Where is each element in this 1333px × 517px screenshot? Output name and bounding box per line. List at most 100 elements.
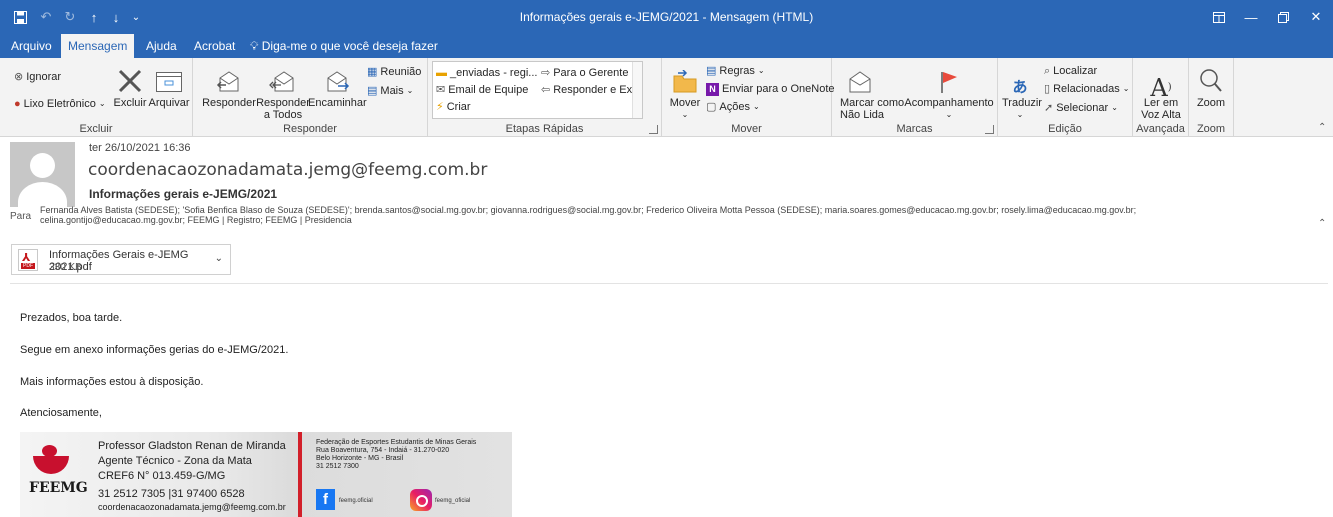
regras-button[interactable]: ▤ Regras ⌄ bbox=[706, 62, 765, 80]
chevron-down-icon[interactable]: ⌄ bbox=[215, 253, 223, 264]
read-aloud-icon: A) bbox=[1150, 74, 1172, 102]
more-icon: ▤ bbox=[367, 85, 378, 97]
encaminhar-button[interactable]: Encaminhar bbox=[308, 62, 367, 109]
group-avancada: A) Ler em Voz Alta Avançada bbox=[1133, 58, 1189, 137]
selecionar-label: Selecionar bbox=[1056, 102, 1109, 114]
sender-address[interactable]: coordenacaozonadamata.jemg@feemg.com.br bbox=[88, 160, 487, 180]
archive-icon bbox=[148, 62, 190, 94]
to-label: Para bbox=[10, 211, 32, 222]
acompanhamento-label: Acompanhamento bbox=[904, 97, 994, 109]
responder-a-todos-button[interactable]: Responder a Todos bbox=[255, 62, 311, 121]
forward-icon: ⇨ bbox=[541, 67, 551, 79]
message-date: ter 26/10/2021 16:36 bbox=[89, 142, 191, 154]
ignorar-button[interactable]: ⊗ Ignorar bbox=[14, 68, 61, 86]
marcar-label-1: Marcar como bbox=[840, 97, 905, 109]
encaminhar-label: Encaminhar bbox=[308, 97, 367, 109]
reply-delete-icon: ⇦ bbox=[541, 84, 551, 96]
signature-divider bbox=[298, 432, 302, 517]
dialog-launcher-icon[interactable] bbox=[649, 125, 658, 134]
acoes-button[interactable]: ▢ Ações ⌄ bbox=[706, 98, 760, 116]
acompanhamento-button[interactable]: Acompanhamento ⌄ bbox=[904, 62, 994, 121]
arquivar-label: Arquivar bbox=[148, 97, 190, 109]
rules-icon: ▤ bbox=[706, 65, 717, 77]
lixo-eletronico-button[interactable]: ● Lixo Eletrônico ⌄ bbox=[14, 95, 106, 113]
recipients-line-2: celina.gontijo@educacao.mg.gov.br; FEEMG… bbox=[40, 215, 352, 225]
zoom-label: Zoom bbox=[1196, 97, 1226, 109]
responder-button[interactable]: Responder bbox=[201, 62, 257, 109]
previous-item-icon[interactable]: ↑ bbox=[82, 6, 106, 28]
window-title: Informações gerais e-JEMG/2021 - Mensage… bbox=[519, 10, 814, 24]
feemg-logo-text: FEEMG bbox=[29, 480, 88, 496]
quick-step-criar[interactable]: ⚡︎ Criar bbox=[436, 98, 471, 116]
localizar-button[interactable]: ⌕ Localizar bbox=[1044, 62, 1097, 80]
tell-me-search[interactable]: 💡︎ Diga-me o que você deseja fazer bbox=[250, 34, 438, 58]
close-icon[interactable]: ✕ bbox=[1299, 5, 1333, 29]
undo-icon[interactable]: ↶ bbox=[34, 6, 58, 28]
collapse-ribbon-icon[interactable]: ⌃ bbox=[1318, 122, 1326, 133]
quick-step-label: Email de Equipe bbox=[448, 84, 529, 96]
group-mover: Mover ⌄ ▤ Regras ⌄ N Enviar para o OneNo… bbox=[662, 58, 835, 137]
redo-icon[interactable]: ↻ bbox=[58, 6, 82, 28]
forward-icon bbox=[308, 62, 366, 94]
folder-icon: ▬ bbox=[436, 67, 447, 79]
group-responder: Responder Responder a Todos Encaminhar ▦… bbox=[193, 58, 428, 137]
quick-steps-scrollbar[interactable] bbox=[632, 62, 642, 118]
group-label-zoom: Zoom bbox=[1196, 123, 1226, 135]
mover-button[interactable]: Mover ⌄ bbox=[668, 62, 702, 121]
traduzir-button[interactable]: あ Traduzir ⌄ bbox=[1002, 62, 1042, 121]
relacionadas-label: Relacionadas bbox=[1053, 83, 1120, 95]
ler-em-voz-alta-button[interactable]: A) Ler em Voz Alta bbox=[1135, 62, 1187, 121]
cursor-icon: ➚ bbox=[1044, 102, 1054, 114]
mail-icon: ✉ bbox=[436, 84, 446, 96]
quick-step-enviadas[interactable]: ▬ _enviadas - regi... bbox=[436, 64, 537, 82]
dialog-launcher-icon[interactable] bbox=[985, 125, 994, 134]
group-label-avancada: Avançada bbox=[1136, 123, 1185, 135]
quick-step-label: Responder e Ex... bbox=[553, 84, 642, 96]
collapse-header-icon[interactable]: ⌃ bbox=[1318, 218, 1326, 229]
arquivar-button[interactable]: Arquivar bbox=[148, 62, 190, 109]
mais-label: Mais bbox=[380, 85, 404, 97]
chevron-down-icon: ⌄ bbox=[98, 99, 106, 108]
quick-step-para-gerente[interactable]: ⇨ Para o Gerente bbox=[541, 64, 628, 82]
onenote-button[interactable]: N Enviar para o OneNote bbox=[706, 80, 835, 98]
reply-icon bbox=[201, 62, 257, 94]
email-signature: FEEMG Professor Gladston Renan de Mirand… bbox=[20, 432, 512, 517]
ignorar-label: Ignorar bbox=[26, 71, 62, 83]
tab-mensagem[interactable]: Mensagem bbox=[61, 34, 135, 58]
customize-toolbar-icon[interactable]: ⌄ bbox=[124, 6, 148, 28]
quick-step-email-equipe[interactable]: ✉ Email de Equipe bbox=[436, 81, 528, 99]
responder-todos-label-1: Responder bbox=[256, 97, 310, 109]
group-excluir: ⊗ Ignorar ● Lixo Eletrônico ⌄ Excluir Ar… bbox=[0, 58, 193, 137]
body-line: Mais informações estou à disposição. bbox=[20, 376, 204, 388]
quick-steps-gallery: ▬ _enviadas - regi... ⇨ Para o Gerente ✉… bbox=[432, 61, 643, 119]
restore-icon[interactable] bbox=[1266, 5, 1300, 29]
zoom-button[interactable]: Zoom bbox=[1191, 62, 1231, 109]
recipients[interactable]: Fernanda Alves Batista (SEDESE); 'Sofia … bbox=[40, 205, 1290, 225]
selecionar-button[interactable]: ➚ Selecionar ⌄ bbox=[1044, 99, 1118, 117]
ribbon-display-options-icon[interactable] bbox=[1202, 5, 1236, 29]
chevron-down-icon: ⌄ bbox=[1016, 110, 1024, 119]
excluir-button[interactable]: Excluir bbox=[110, 62, 150, 109]
tell-me-text: Diga-me o que você deseja fazer bbox=[261, 39, 438, 53]
search-icon: ⌕ bbox=[1044, 65, 1051, 77]
tab-ajuda[interactable]: Ajuda bbox=[139, 34, 184, 58]
onenote-icon: N bbox=[706, 82, 719, 96]
quick-step-responder-excluir[interactable]: ⇦ Responder e Ex... bbox=[541, 81, 641, 99]
minimize-icon[interactable]: — bbox=[1234, 5, 1268, 29]
facebook-icon: f bbox=[316, 489, 335, 510]
move-folder-icon bbox=[668, 62, 702, 94]
group-label-responder: Responder bbox=[283, 123, 337, 135]
group-label-excluir: Excluir bbox=[79, 123, 113, 135]
signature-cref: CREF6 N° 013.459-G/MG bbox=[98, 470, 226, 482]
marcar-nao-lida-button[interactable]: Marcar como Não Lida bbox=[840, 62, 906, 121]
instagram-handle: feemg_oficial bbox=[435, 498, 471, 504]
ler-label-2: Voz Alta bbox=[1141, 109, 1181, 121]
mais-button[interactable]: ▤ Mais ⌄ bbox=[367, 82, 413, 100]
tab-acrobat[interactable]: Acrobat bbox=[187, 34, 242, 58]
group-etapas-rapidas: ▬ _enviadas - regi... ⇨ Para o Gerente ✉… bbox=[428, 58, 662, 137]
reuniao-button[interactable]: ▦ Reunião bbox=[367, 63, 421, 81]
save-icon[interactable] bbox=[8, 6, 32, 28]
tab-arquivo[interactable]: Arquivo bbox=[4, 34, 59, 58]
relacionadas-button[interactable]: ▯ Relacionadas ⌄ bbox=[1044, 80, 1129, 98]
attachment[interactable]: ⅄ PDF Informações Gerais e-JEMG 2021.pdf… bbox=[11, 244, 231, 275]
